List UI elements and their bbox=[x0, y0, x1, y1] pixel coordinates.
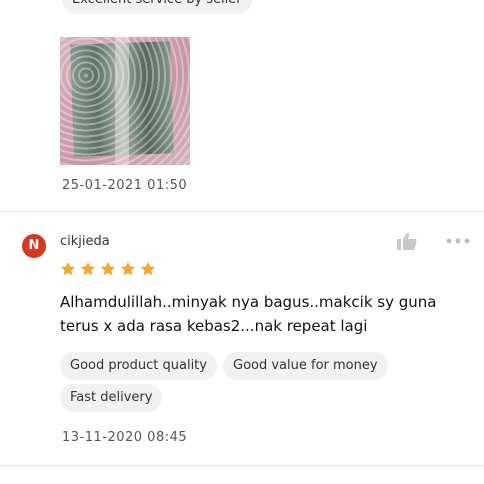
avatar[interactable]: N bbox=[22, 234, 46, 258]
review-timestamp: 13-11-2020 08:45 bbox=[62, 430, 188, 445]
star-rating bbox=[60, 261, 156, 279]
star-icon bbox=[101, 262, 115, 276]
photo-highlight bbox=[115, 37, 129, 165]
star-icon bbox=[61, 262, 75, 276]
review-tag-excellent-service: Excellent service by seller bbox=[62, 0, 252, 14]
reviewer-username: cikjieda bbox=[60, 234, 110, 249]
more-options-icon[interactable] bbox=[446, 238, 470, 244]
review-tag-fast-delivery: Fast delivery bbox=[60, 384, 163, 412]
review-divider bbox=[0, 211, 484, 212]
review-text: Alhamdulillah..minyak nya bagus..makcik … bbox=[60, 293, 437, 335]
review-photo[interactable] bbox=[60, 37, 190, 165]
review-tag-value-for-money: Good value for money bbox=[223, 352, 388, 380]
review-divider bbox=[0, 465, 484, 466]
review-tag-product-quality: Good product quality bbox=[60, 352, 217, 380]
star-icon bbox=[81, 262, 95, 276]
review-timestamp: 25-01-2021 01:50 bbox=[62, 178, 188, 193]
star-icon bbox=[121, 262, 135, 276]
star-icon bbox=[141, 262, 155, 276]
thumbs-up-icon[interactable] bbox=[397, 232, 417, 250]
